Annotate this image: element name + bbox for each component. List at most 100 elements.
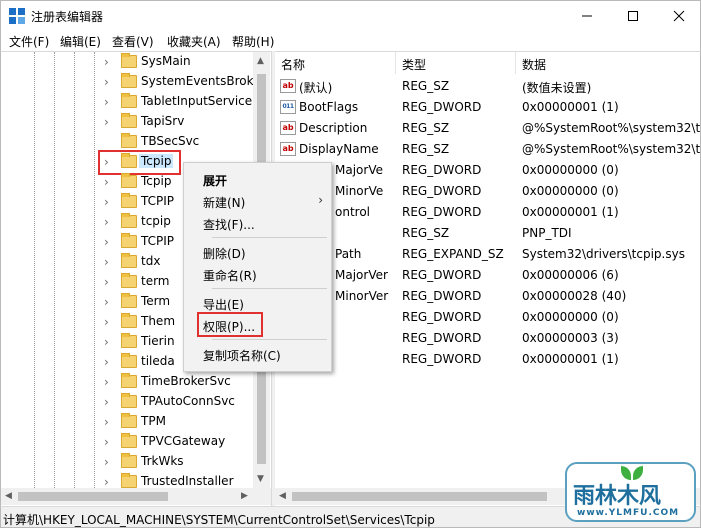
value-data: @%SystemRoot%\system32\tcpipcfg.dll — [522, 121, 700, 135]
tree-item-label: TabletInputService — [141, 94, 253, 108]
value-row[interactable]: ontrol REG_DWORD 0x00000001 (1) — [275, 202, 700, 223]
tree-item-sysmain[interactable]: › SysMain — [1, 52, 253, 72]
scroll-thumb[interactable] — [18, 492, 168, 501]
close-button[interactable] — [656, 1, 701, 31]
scroll-up-icon[interactable]: ▲ — [257, 56, 264, 66]
menu-item-new[interactable]: 新建(N) › — [184, 190, 331, 212]
chevron-right-icon[interactable]: › — [104, 235, 109, 249]
scroll-left-icon[interactable]: ◀ — [5, 491, 12, 501]
chevron-right-icon[interactable]: › — [104, 55, 109, 69]
tree-item-tpvcgateway[interactable]: › TPVCGateway — [1, 432, 253, 452]
menu-item-label: 新建(N) — [203, 196, 246, 210]
value-row[interactable]: ab DisplayName REG_SZ @%SystemRoot%\syst… — [275, 139, 700, 160]
menu-edit[interactable]: 编辑(E) — [58, 32, 103, 51]
value-row[interactable]: MinorVer REG_DWORD 0x00000028 (40) — [275, 286, 700, 307]
value-row[interactable]: ab (默认) REG_SZ (数值未设置) — [275, 76, 700, 97]
chevron-right-icon[interactable]: › — [104, 435, 109, 449]
menu-item-expand[interactable]: 展开 — [184, 168, 331, 190]
chevron-right-icon[interactable]: › — [104, 95, 109, 109]
menu-separator — [212, 237, 327, 238]
value-data: PNP_TDI — [522, 226, 572, 240]
chevron-right-icon[interactable]: › — [104, 115, 109, 129]
chevron-right-icon[interactable]: › — [104, 195, 109, 209]
chevron-right-icon[interactable]: › — [104, 295, 109, 309]
chevron-right-icon[interactable]: › — [104, 355, 109, 369]
tree-item-label: TapiSrv — [141, 114, 185, 128]
menu-view[interactable]: 查看(V) — [110, 32, 156, 51]
value-type: REG_DWORD — [402, 184, 482, 198]
value-row[interactable]: REG_DWORD 0x00000000 (0) — [275, 307, 700, 328]
value-data: 0x00000028 (40) — [522, 289, 627, 303]
value-type: REG_DWORD — [402, 310, 482, 324]
value-row[interactable]: ab Description REG_SZ @%SystemRoot%\syst… — [275, 118, 700, 139]
folder-icon — [121, 73, 137, 88]
value-row[interactable]: Path REG_EXPAND_SZ System32\drivers\tcpi… — [275, 244, 700, 265]
chevron-right-icon[interactable]: › — [104, 375, 109, 389]
value-data: 0x00000006 (6) — [522, 268, 619, 282]
chevron-right-icon[interactable]: › — [104, 455, 109, 469]
menu-item-copy-key-name[interactable]: 复制项名称(C) — [184, 343, 331, 365]
tree-item-tapisrv[interactable]: › TapiSrv — [1, 112, 253, 132]
chevron-right-icon[interactable]: › — [104, 415, 109, 429]
value-row[interactable]: 011 BootFlags REG_DWORD 0x00000001 (1) — [275, 97, 700, 118]
tree-item-label: tileda — [141, 354, 175, 368]
tree-item-trkwks[interactable]: › TrkWks — [1, 452, 253, 472]
tree-horizontal-scrollbar[interactable]: ◀ ▶ — [1, 488, 271, 505]
tree-item-tpautoconnsvc[interactable]: › TPAutoConnSvc — [1, 392, 253, 412]
value-type: REG_SZ — [402, 79, 450, 93]
value-type: REG_DWORD — [402, 289, 482, 303]
chevron-right-icon[interactable]: › — [104, 255, 109, 269]
chevron-right-icon[interactable]: › — [104, 475, 109, 489]
tree-item-systemeventsbroker[interactable]: › SystemEventsBroke — [1, 72, 261, 92]
column-header-data[interactable]: 数据 — [516, 52, 700, 74]
tree-item-label: term — [141, 274, 170, 288]
value-row[interactable]: MajorVe REG_DWORD 0x00000000 (0) — [275, 160, 700, 181]
scroll-left-icon[interactable]: ◀ — [279, 491, 286, 501]
string-value-icon: ab — [280, 142, 296, 156]
menu-item-label: 重命名(R) — [203, 269, 257, 283]
regedit-app-icon — [9, 8, 25, 24]
chevron-right-icon[interactable]: › — [104, 75, 109, 89]
column-header-type[interactable]: 类型 — [396, 52, 516, 74]
scroll-right-icon[interactable]: ▶ — [241, 491, 248, 501]
minimize-button[interactable] — [564, 1, 610, 31]
chevron-right-icon[interactable]: › — [104, 275, 109, 289]
value-type: REG_DWORD — [402, 205, 482, 219]
value-data: 0x00000000 (0) — [522, 163, 619, 177]
tree-item-label: TPVCGateway — [141, 434, 226, 448]
tree-item-label: Tcpip — [141, 174, 172, 188]
chevron-right-icon[interactable]: › — [104, 215, 109, 229]
value-row[interactable]: MajorVer REG_DWORD 0x00000006 (6) — [275, 265, 700, 286]
scroll-thumb[interactable] — [292, 492, 547, 501]
menu-item-rename[interactable]: 重命名(R) — [184, 263, 331, 285]
column-header-name[interactable]: 名称 — [275, 52, 396, 74]
value-row[interactable]: REG_DWORD 0x00000003 (3) — [275, 328, 700, 349]
close-icon — [673, 10, 685, 22]
chevron-right-icon[interactable]: › — [104, 175, 109, 189]
menu-file[interactable]: 文件(F) — [7, 32, 51, 51]
menu-item-find[interactable]: 查找(F)... — [184, 212, 331, 234]
menu-favorites[interactable]: 收藏夹(A) — [165, 32, 223, 51]
window-title: 注册表编辑器 — [31, 10, 104, 24]
chevron-right-icon[interactable]: › — [104, 395, 109, 409]
chevron-right-icon[interactable]: › — [104, 315, 109, 329]
value-name: MinorVer — [335, 289, 389, 303]
menu-item-delete[interactable]: 删除(D) — [184, 241, 331, 263]
chevron-right-icon[interactable]: › — [104, 335, 109, 349]
value-list-pane[interactable]: 名称 类型 数据 ab (默认) REG_SZ (数值未设置) 011 Boot… — [275, 51, 701, 506]
maximize-button[interactable] — [610, 1, 656, 31]
value-data: 0x00000001 (1) — [522, 205, 619, 219]
value-data: 0x00000000 (0) — [522, 184, 619, 198]
value-row[interactable]: MinorVe REG_DWORD 0x00000000 (0) — [275, 181, 700, 202]
tree-item-tabletinputservice[interactable]: › TabletInputService — [1, 92, 253, 112]
tree-item-tbsecsvc[interactable]: TBSecSvc — [1, 132, 253, 152]
tree-item-tpm[interactable]: › TPM — [1, 412, 253, 432]
menu-help[interactable]: 帮助(H) — [230, 32, 276, 51]
value-row[interactable]: REG_DWORD 0x00000001 (1) — [275, 349, 700, 370]
value-row[interactable]: REG_SZ PNP_TDI — [275, 223, 700, 244]
scroll-down-icon[interactable]: ▼ — [257, 474, 264, 484]
tree-item-label: Term — [141, 294, 171, 308]
menu-item-export[interactable]: 导出(E) — [184, 292, 331, 314]
value-data: 0x00000000 (0) — [522, 310, 619, 324]
tree-item-timebrokersvc[interactable]: › TimeBrokerSvc — [1, 372, 253, 392]
